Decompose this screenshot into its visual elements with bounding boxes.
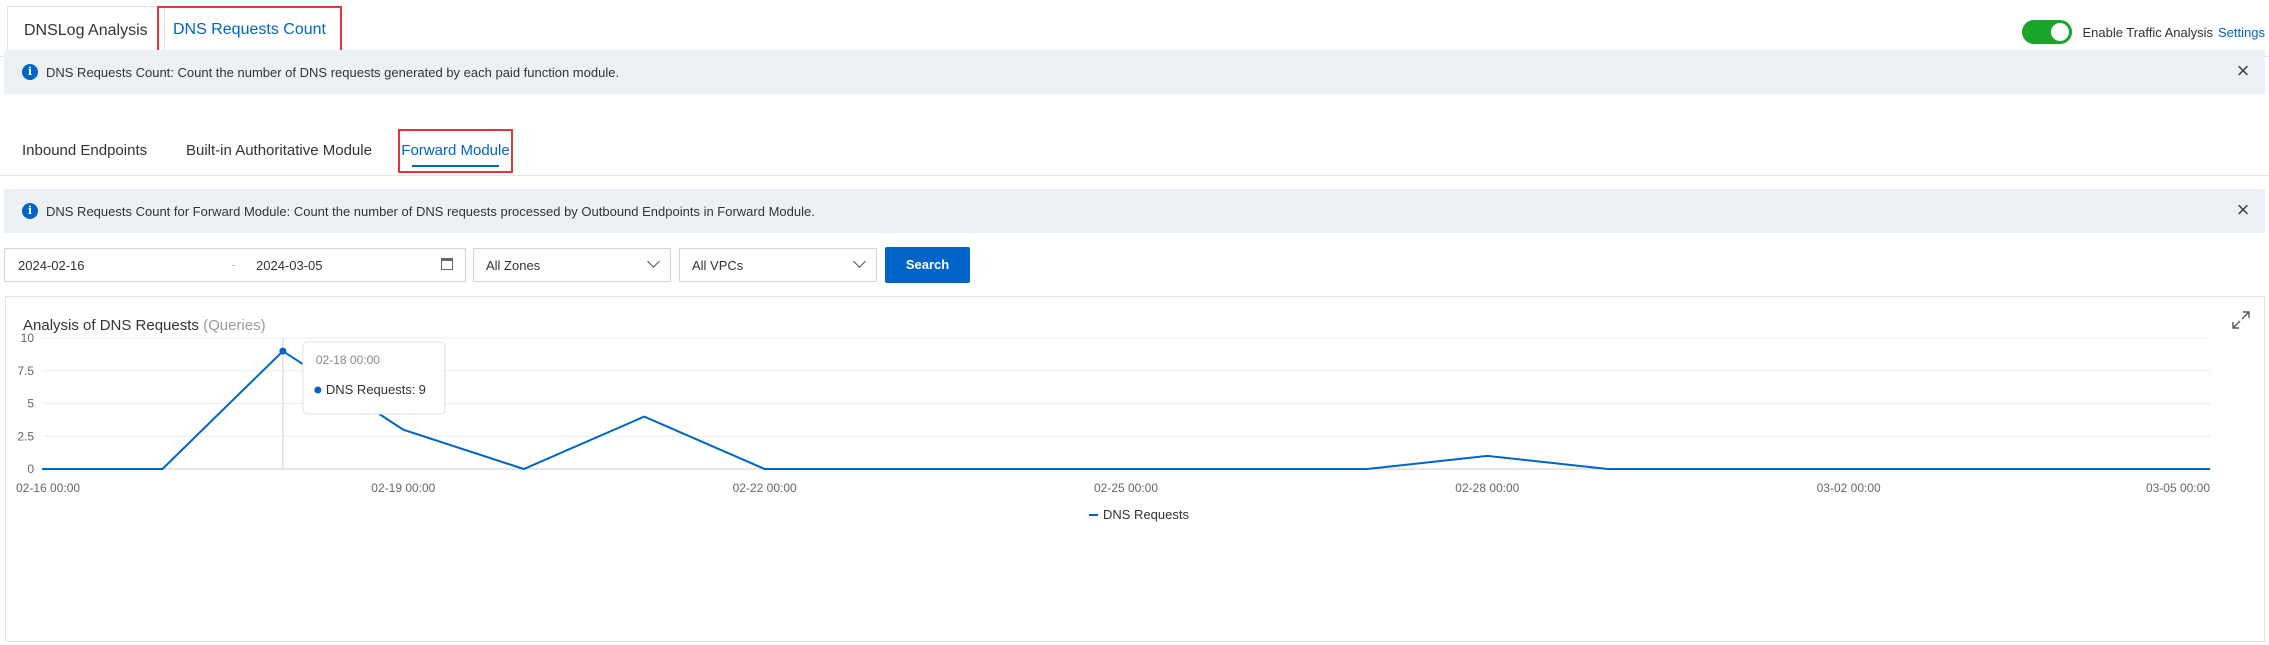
info-icon: i xyxy=(22,203,38,219)
info-banner-text: DNS Requests Count: Count the number of … xyxy=(46,64,620,80)
traffic-analysis-control: Enable Traffic Analysis Settings xyxy=(2022,20,2265,44)
tooltip-series-name: DNS Requests: xyxy=(326,382,416,397)
tab-built-in-authoritative-module[interactable]: Built-in Authoritative Module xyxy=(186,126,372,176)
start-date-value[interactable]: 2024-02-16 xyxy=(18,258,85,273)
calendar-icon[interactable] xyxy=(441,258,453,270)
x-tick-label: 02-16 00:00 xyxy=(16,481,80,495)
chevron-down-icon xyxy=(647,255,660,268)
close-icon[interactable]: × xyxy=(2233,199,2253,221)
end-date-value[interactable]: 2024-03-05 xyxy=(256,258,323,273)
tab-dnslog-analysis[interactable]: DNSLog Analysis xyxy=(7,6,165,54)
toggle-knob xyxy=(2051,23,2070,41)
search-button[interactable]: Search xyxy=(885,247,970,283)
dns-requests-line-chart[interactable]: 0 2.5 5 7.5 10 02-16 00:00 02-19 00:00 02-22 00… xyxy=(6,297,2266,643)
zone-select[interactable]: All Zones xyxy=(473,248,671,282)
x-tick-label: 03-02 00:00 xyxy=(1817,481,1881,495)
info-banner-requests-count: i DNS Requests Count: Count the number o… xyxy=(4,50,2265,94)
module-tab-bar: Inbound Endpoints Built-in Authoritative… xyxy=(0,126,2269,176)
tab-inbound-endpoints[interactable]: Inbound Endpoints xyxy=(22,126,147,176)
tab-forward-module[interactable]: Forward Module xyxy=(398,129,513,173)
close-icon[interactable]: × xyxy=(2233,60,2253,82)
tooltip-series-dot xyxy=(314,386,322,394)
tooltip-title: 02-18 00:00 xyxy=(316,353,380,367)
y-tick-label: 2.5 xyxy=(17,429,34,443)
tab-dns-requests-count[interactable]: DNS Requests Count xyxy=(157,6,342,54)
legend-label: DNS Requests xyxy=(1103,507,1189,522)
chevron-down-icon xyxy=(853,255,866,268)
vpc-select-value: All VPCs xyxy=(692,258,744,273)
y-tick-label: 5 xyxy=(27,397,34,411)
top-tab-bar: DNSLog Analysis DNS Requests Count Enabl… xyxy=(0,0,2269,57)
y-tick-label: 10 xyxy=(21,331,35,345)
traffic-analysis-toggle[interactable] xyxy=(2022,20,2073,44)
x-tick-label: 02-19 00:00 xyxy=(371,481,435,495)
traffic-analysis-label: Enable Traffic Analysis xyxy=(2082,24,2214,40)
y-tick-label: 7.5 xyxy=(17,364,34,378)
settings-link[interactable]: Settings xyxy=(2218,25,2265,40)
x-tick-label: 02-25 00:00 xyxy=(1094,481,1158,495)
info-banner-forward-module: i DNS Requests Count for Forward Module:… xyxy=(4,189,2265,233)
x-tick-label: 02-28 00:00 xyxy=(1455,481,1519,495)
y-tick-label: 0 xyxy=(27,462,34,476)
date-separator: - xyxy=(231,257,236,272)
info-icon: i xyxy=(22,64,38,80)
dns-requests-chart-panel: Analysis of DNS Requests (Queries) 0 2.5 5… xyxy=(5,296,2265,642)
date-range-picker[interactable]: 2024-02-16 - 2024-03-05 xyxy=(4,248,466,282)
x-tick-label: 02-22 00:00 xyxy=(733,481,797,495)
info-banner-text: DNS Requests Count for Forward Module: C… xyxy=(46,203,815,219)
tooltip-value: 9 xyxy=(419,382,426,397)
data-point xyxy=(279,347,287,355)
vpc-select[interactable]: All VPCs xyxy=(679,248,877,282)
x-tick-label: 03-05 00:00 xyxy=(2146,481,2210,495)
zone-select-value: All Zones xyxy=(486,258,541,273)
